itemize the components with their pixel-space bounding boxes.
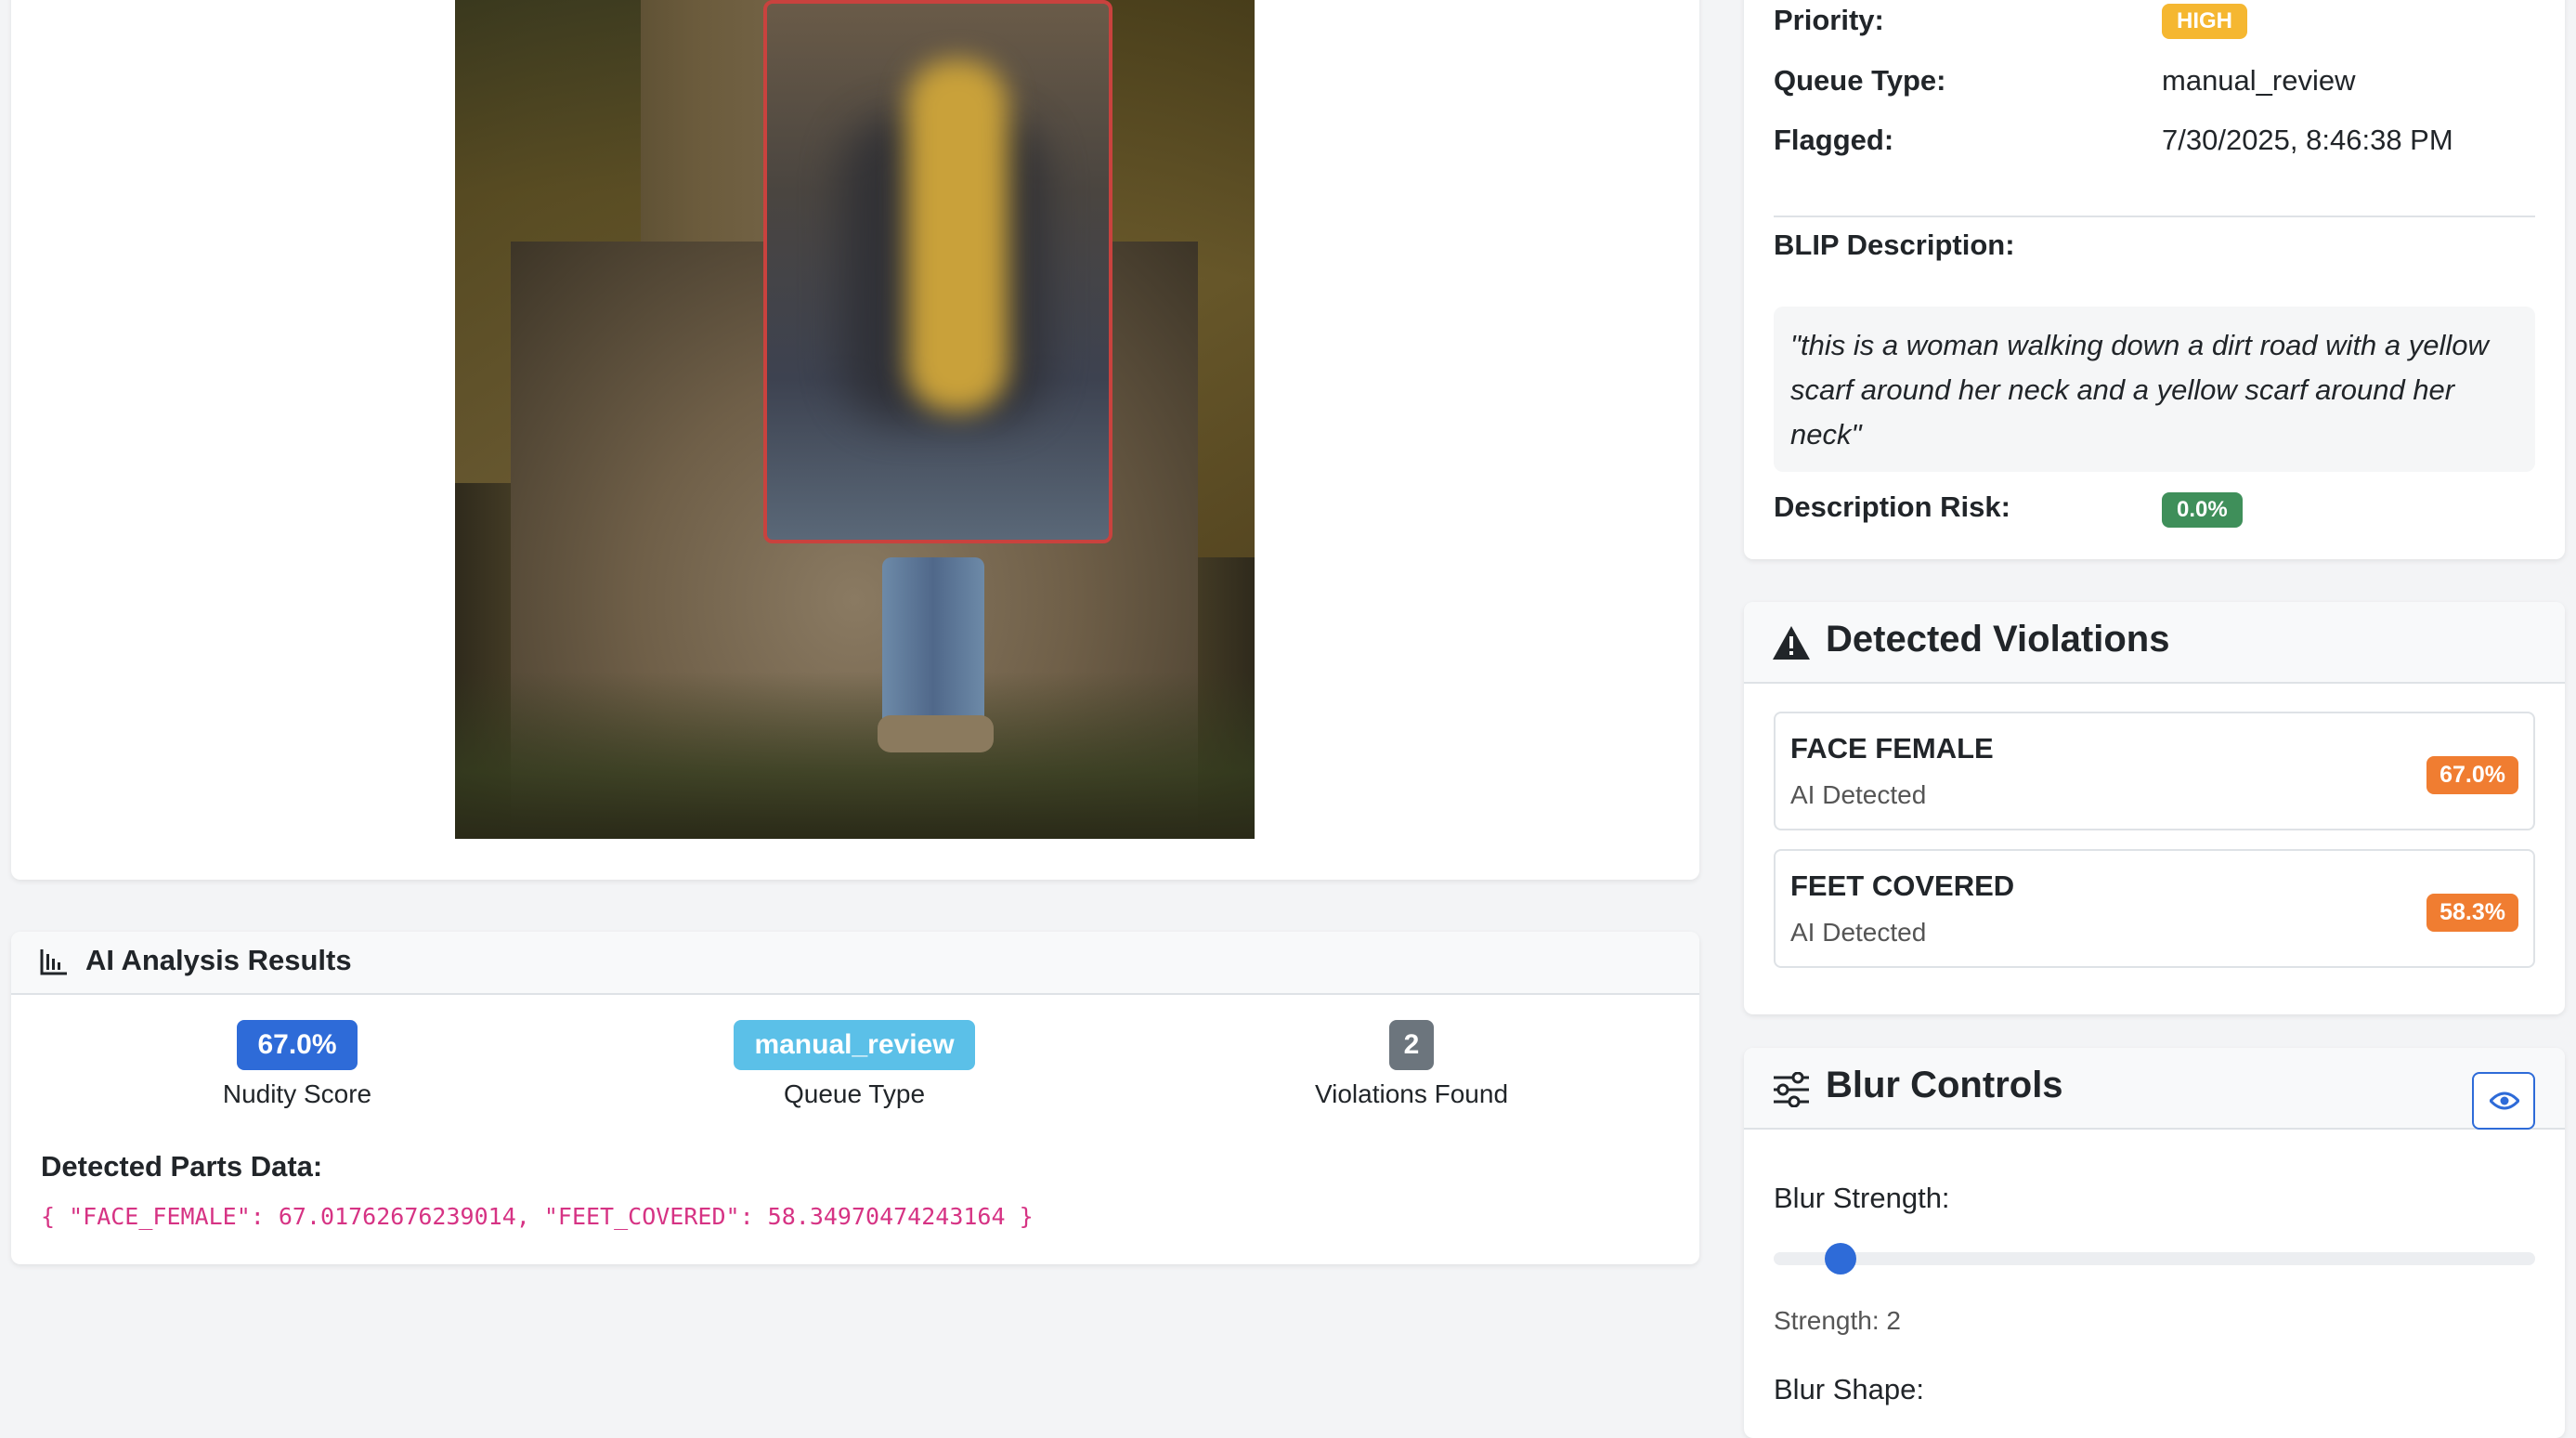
ai-analysis-title: AI Analysis Results: [85, 944, 352, 976]
blip-description-text: "this is a woman walking down a dirt roa…: [1774, 307, 2535, 472]
detected-violations-title: Detected Violations: [1826, 619, 2170, 660]
eye-icon: [2490, 1092, 2519, 1110]
violation-source: AI Detected: [1790, 780, 1927, 809]
violation-name: FACE FEMALE: [1790, 732, 1994, 765]
queue-type-stat: manual_review Queue Type: [715, 1020, 994, 1109]
violation-item[interactable]: FACE FEMALE AI Detected 67.0%: [1774, 712, 2535, 830]
detected-parts-json: { "FACE_FEMALE": 67.01762676239014, "FEE…: [41, 1203, 1034, 1230]
blip-description-label: BLIP Description:: [1774, 229, 2015, 261]
image-preview-card: [11, 0, 1699, 880]
queue-type-row-label: Queue Type:: [1774, 64, 1946, 97]
queue-type-badge: manual_review: [734, 1020, 975, 1070]
priority-label: Priority:: [1774, 4, 1884, 36]
flagged-label: Flagged:: [1774, 124, 1894, 156]
blur-controls-header: Blur Controls: [1744, 1048, 2565, 1130]
image-shoes: [878, 715, 994, 752]
blur-shape-label: Blur Shape:: [1774, 1373, 1924, 1405]
bar-chart-icon: [40, 949, 67, 975]
detected-parts-heading: Detected Parts Data:: [41, 1150, 323, 1183]
divider: [1774, 216, 2535, 217]
image-legs: [882, 557, 984, 734]
detected-violations-header: Detected Violations: [1744, 602, 2565, 684]
image-grass: [455, 672, 1255, 839]
description-risk-label: Description Risk:: [1774, 490, 2010, 523]
blurred-scarf: [906, 59, 1008, 412]
blur-controls-title: Blur Controls: [1826, 1065, 2063, 1105]
blur-strength-slider[interactable]: [1774, 1243, 2535, 1275]
slider-thumb[interactable]: [1825, 1243, 1857, 1275]
queue-type-label: Queue Type: [783, 1079, 926, 1108]
flagged-image: [455, 0, 1255, 839]
violation-score-badge: 58.3%: [2426, 894, 2518, 932]
blur-controls-card: Blur Controls Blur Strength: Strength: 2…: [1744, 1048, 2565, 1438]
toggle-preview-button[interactable]: [2472, 1072, 2535, 1130]
queue-type-row-value: manual_review: [2162, 64, 2356, 97]
violations-found-label: Violations Found: [1314, 1079, 1509, 1108]
blur-strength-value: Strength: 2: [1774, 1306, 1901, 1335]
detected-violations-card: Detected Violations FACE FEMALE AI Detec…: [1744, 602, 2565, 1014]
violation-score-badge: 67.0%: [2426, 756, 2518, 794]
nudity-score-stat: 67.0% Nudity Score: [186, 1020, 409, 1109]
priority-badge: HIGH: [2162, 4, 2247, 39]
violation-name: FEET COVERED: [1790, 869, 2015, 902]
warning-icon: [1773, 626, 1810, 660]
blur-region-box[interactable]: [763, 0, 1112, 543]
nudity-score-label: Nudity Score: [222, 1079, 372, 1108]
violations-count-badge: 2: [1388, 1020, 1435, 1070]
ai-analysis-header: AI Analysis Results: [11, 932, 1699, 995]
violations-found-stat: 2 Violations Found: [1281, 1020, 1542, 1109]
nudity-score-badge: 67.0%: [237, 1020, 358, 1070]
flagged-timestamp: 7/30/2025, 8:46:38 PM: [2162, 124, 2453, 156]
blur-strength-label: Blur Strength:: [1774, 1182, 1950, 1214]
violation-item[interactable]: FEET COVERED AI Detected 58.3%: [1774, 849, 2535, 968]
violation-source: AI Detected: [1790, 918, 1927, 947]
sliders-icon: [1774, 1072, 1809, 1107]
description-risk-badge: 0.0%: [2162, 492, 2243, 528]
details-card: Priority: HIGH Queue Type: manual_review…: [1744, 0, 2565, 559]
